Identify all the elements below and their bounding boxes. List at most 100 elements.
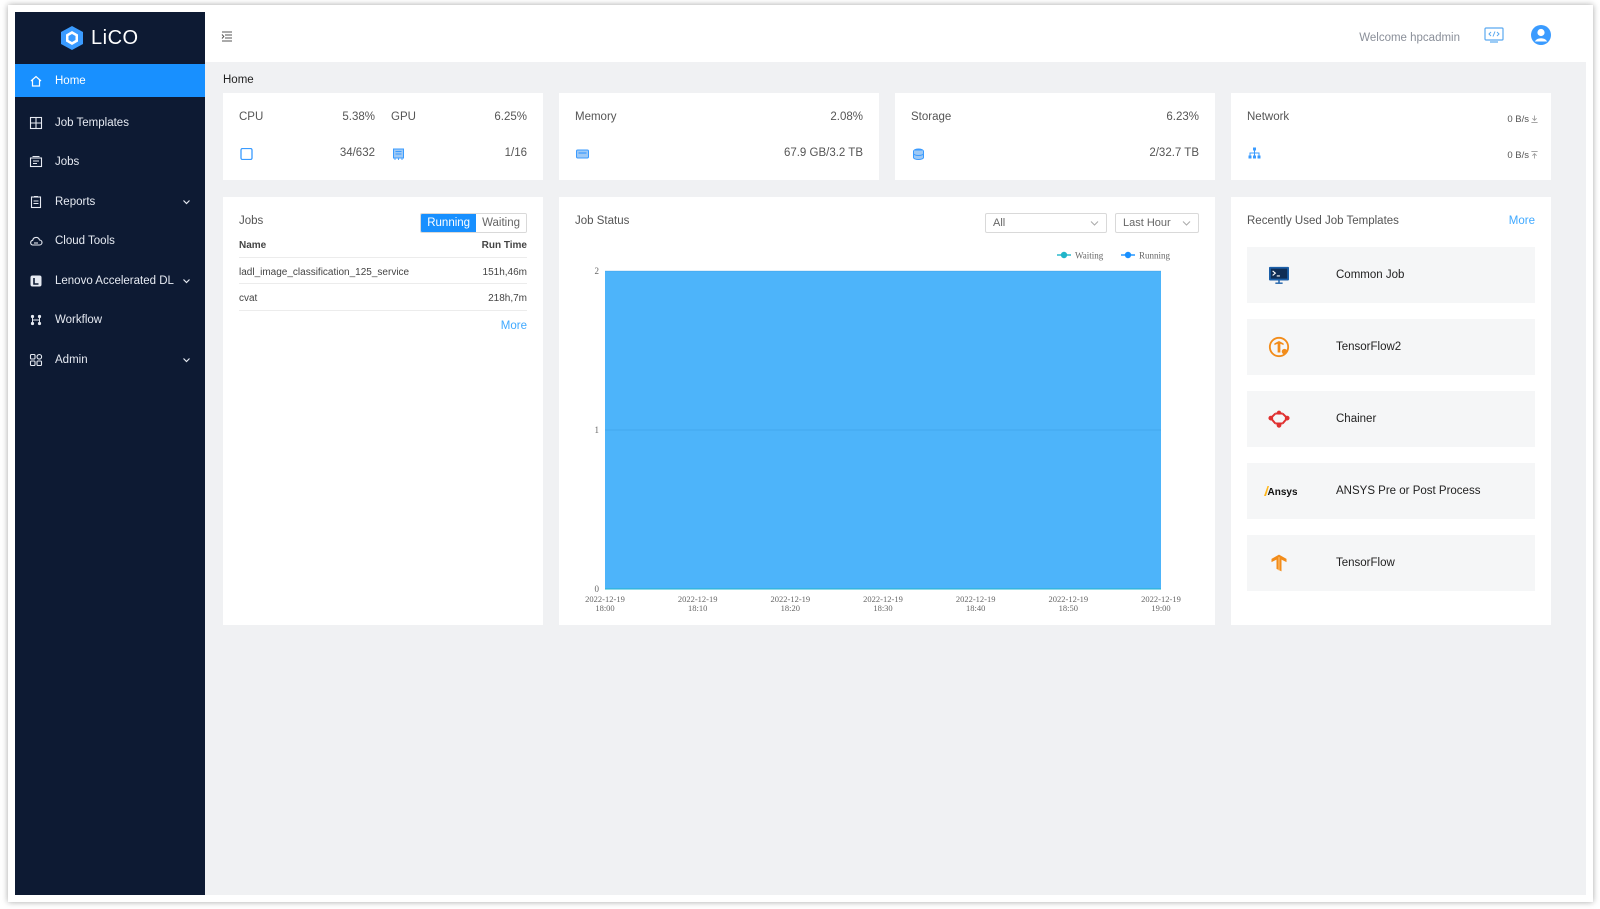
- chevron-down-icon: [1090, 221, 1099, 226]
- chevron-down-icon: [183, 357, 190, 363]
- network-label: Network: [1247, 111, 1290, 123]
- welcome-text: Welcome hpcadmin: [1359, 32, 1460, 44]
- jobs-card: Jobs Running Waiting Name Run Time ladl_…: [223, 197, 543, 625]
- x-tick-label: 18:20: [781, 603, 800, 613]
- chevron-down-icon: [183, 278, 190, 284]
- template-name: TensorFlow: [1336, 557, 1395, 569]
- sidebar-item-label: Home: [55, 74, 86, 87]
- terminal-icon: [1267, 264, 1291, 286]
- top-header: Welcome hpcadmin: [205, 12, 1586, 62]
- sidebar-item-workflow[interactable]: Workflow: [15, 301, 205, 341]
- cloud-tools-icon: [29, 234, 43, 248]
- workflow-icon: [29, 313, 43, 327]
- app-name: LiCO: [91, 26, 139, 49]
- x-tick-label: 2022-12-19: [1141, 594, 1181, 604]
- sidebar-item-cloud-tools[interactable]: Cloud Tools: [15, 222, 205, 262]
- memory-percent: 2.08%: [830, 111, 863, 123]
- storage-label: Storage: [911, 111, 952, 123]
- sidebar: LiCO Home Job Templates Jobs Reports Clo…: [15, 12, 205, 895]
- x-tick-label: 19:00: [1151, 603, 1170, 613]
- storage-icon: [913, 148, 924, 160]
- sidebar-item-label: Jobs: [55, 156, 80, 169]
- x-tick-label: 18:50: [1059, 603, 1078, 613]
- storage-card: Storage 6.23% 2/32.7 TB: [895, 93, 1215, 180]
- x-tick-label: 2022-12-19: [863, 594, 903, 604]
- template-icon: [29, 116, 43, 130]
- memory-icon: [576, 149, 589, 159]
- template-item-common-job[interactable]: Common Job: [1247, 247, 1535, 303]
- template-name: Common Job: [1336, 269, 1405, 281]
- gpu-percent: 6.25%: [494, 111, 527, 123]
- sidebar-item-lenovo-accelerated-dl[interactable]: Lenovo Accelerated DL: [15, 261, 205, 301]
- sidebar-item-jobs[interactable]: Jobs: [15, 143, 205, 183]
- running-area: [605, 271, 1161, 589]
- template-item-ansys[interactable]: Ansys ANSYS Pre or Post Process: [1247, 463, 1535, 519]
- jobs-icon: [29, 155, 43, 169]
- storage-percent: 6.23%: [1166, 111, 1199, 123]
- code-editor-icon[interactable]: [1484, 27, 1504, 43]
- sidebar-item-home[interactable]: Home: [15, 64, 205, 97]
- time-range-select[interactable]: Last Hour: [1115, 213, 1199, 233]
- template-item-tensorflow[interactable]: TensorFlow: [1247, 535, 1535, 591]
- tensorflow-icon: [1267, 552, 1291, 574]
- y-tick-label: 0: [595, 584, 600, 594]
- sidebar-item-job-templates[interactable]: Job Templates: [15, 103, 205, 143]
- network-upload-value: 0 B/s: [1507, 150, 1529, 161]
- chevron-down-icon: [1182, 221, 1191, 226]
- y-tick-label: 2: [595, 266, 600, 276]
- table-row[interactable]: cvat 218h,7m: [239, 284, 527, 311]
- cpu-label: CPU: [239, 111, 264, 123]
- admin-icon: [29, 353, 43, 367]
- sidebar-item-label: Reports: [55, 195, 96, 208]
- sidebar-item-label: Lenovo Accelerated DL: [55, 274, 174, 287]
- template-name: ANSYS Pre or Post Process: [1336, 485, 1481, 497]
- network-download: 0 B/s: [1507, 114, 1529, 125]
- jobs-more-link[interactable]: More: [501, 320, 527, 332]
- ansys-logo-text: Ansys: [1268, 487, 1298, 498]
- upload-icon: [1531, 151, 1538, 159]
- menu-fold-icon[interactable]: [221, 30, 233, 42]
- cpu-gpu-card: CPU 5.38% GPU 6.25% 34/632 1/16: [223, 93, 543, 180]
- y-tick-label: 1: [595, 425, 600, 435]
- chainer-icon: [1267, 408, 1291, 430]
- job-runtime: 151h,46m: [482, 267, 527, 278]
- cpu-detail: 34/632: [339, 147, 375, 159]
- sidebar-item-label: Workflow: [55, 314, 103, 327]
- queue-filter-select[interactable]: All: [985, 213, 1107, 233]
- logo[interactable]: LiCO: [15, 12, 205, 64]
- memory-card: Memory 2.08% 67.9 GB/3.2 TB: [559, 93, 879, 180]
- legend-waiting-label: Waiting: [1075, 251, 1104, 261]
- gpu-detail: 1/16: [504, 147, 527, 159]
- tab-waiting[interactable]: Waiting: [476, 214, 526, 232]
- template-item-tensorflow2[interactable]: TensorFlow2: [1247, 319, 1535, 375]
- legend-running-label: Running: [1139, 251, 1171, 261]
- table-row[interactable]: ladl_image_classification_125_service 15…: [239, 257, 527, 284]
- tensorflow2-icon: [1267, 336, 1291, 358]
- x-tick-label: 18:00: [595, 603, 614, 613]
- sidebar-item-reports[interactable]: Reports: [15, 182, 205, 222]
- job-status-chart: 0122022-12-1918:002022-12-1918:102022-12…: [585, 251, 1181, 614]
- x-tick-label: 2022-12-19: [1048, 594, 1088, 604]
- gpu-icon: [393, 148, 404, 160]
- network-topology-icon: [1248, 147, 1261, 159]
- template-name: Chainer: [1336, 413, 1377, 425]
- job-status-card: Job Status All Last Hour 0 1 2 2022-12-19 18…: [559, 197, 1215, 625]
- cpu-percent: 5.38%: [342, 111, 375, 123]
- time-range-value: Last Hour: [1123, 217, 1171, 229]
- templates-more-link[interactable]: More: [1509, 215, 1535, 227]
- storage-detail: 2/32.7 TB: [1149, 147, 1199, 159]
- breadcrumb[interactable]: Home: [223, 74, 254, 86]
- jobs-title: Jobs: [239, 215, 264, 227]
- sidebar-item-label: Job Templates: [55, 116, 129, 129]
- tab-running[interactable]: Running: [421, 214, 477, 232]
- network-download-value: 0 B/s: [1507, 114, 1529, 125]
- user-avatar-icon[interactable]: [1530, 24, 1552, 46]
- sidebar-item-admin[interactable]: Admin: [15, 340, 205, 380]
- legend-running-marker: [1124, 251, 1132, 259]
- sidebar-item-label: Cloud Tools: [55, 235, 115, 248]
- template-item-chainer[interactable]: Chainer: [1247, 391, 1535, 447]
- x-tick-label: 2022-12-19: [956, 594, 996, 604]
- download-icon: [1531, 115, 1538, 123]
- network-card: Network 0 B/s 0 B/s: [1231, 93, 1551, 180]
- templates-title: Recently Used Job Templates: [1247, 215, 1399, 227]
